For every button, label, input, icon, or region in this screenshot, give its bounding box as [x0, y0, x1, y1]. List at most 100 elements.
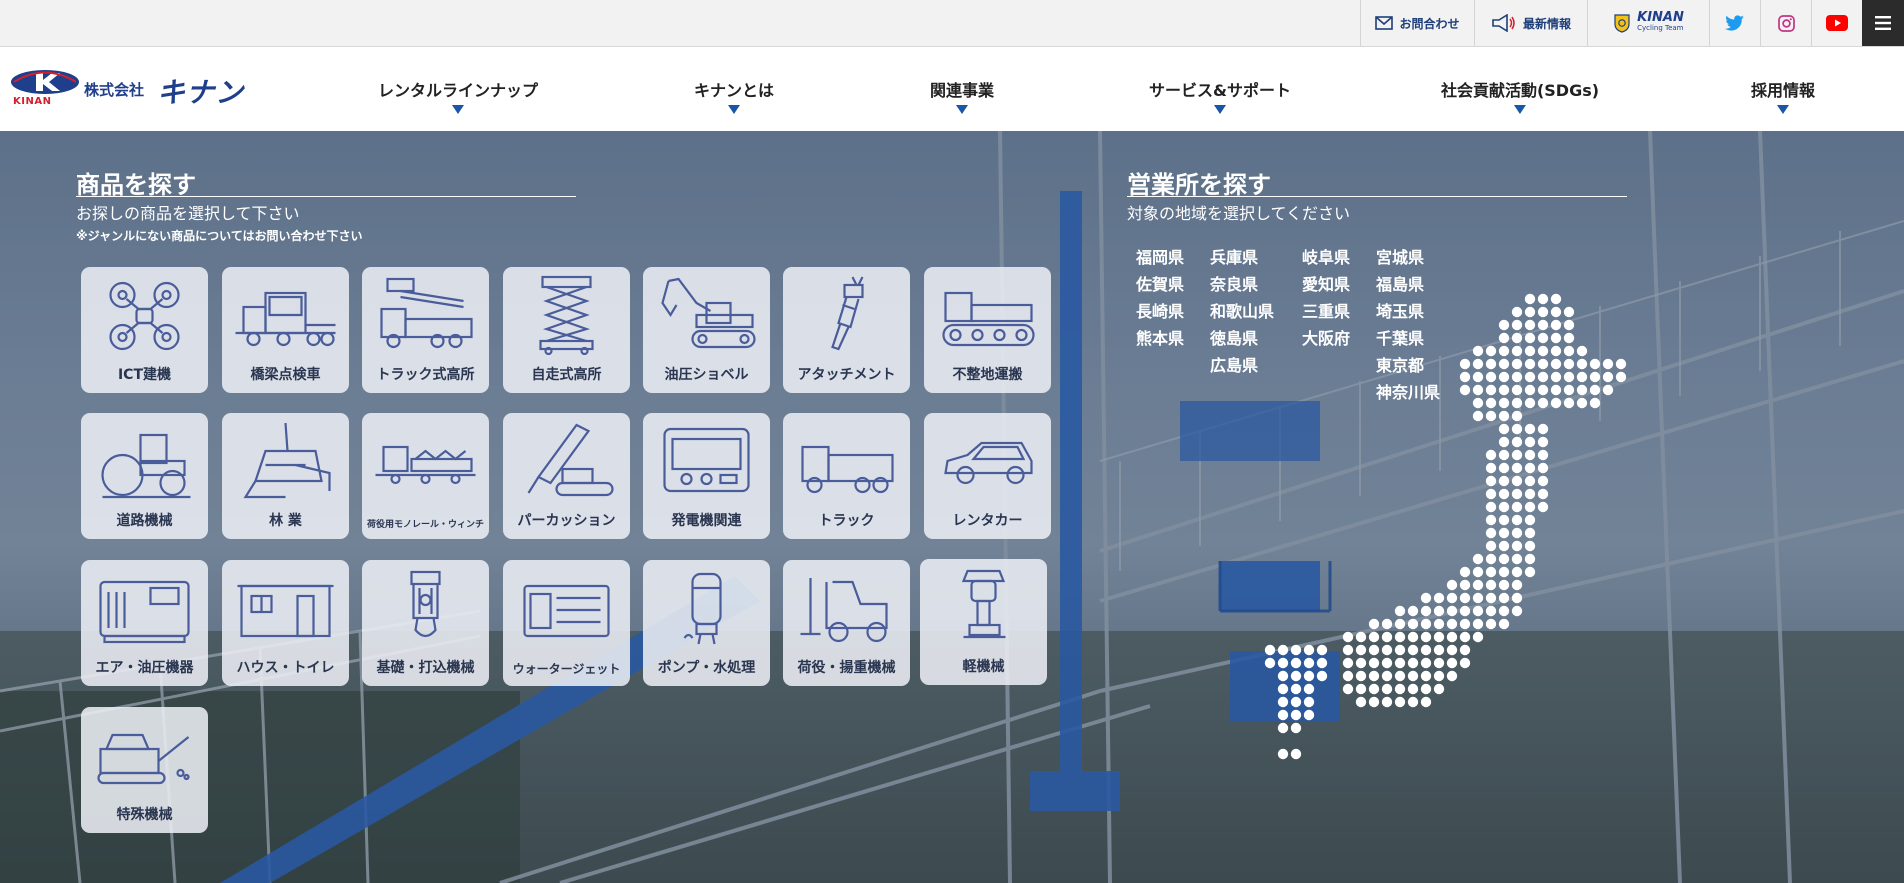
map-dot	[1485, 475, 1497, 487]
product-tile-generator[interactable]: 発電機関連	[643, 413, 770, 539]
map-dot	[1420, 592, 1432, 604]
prefecture-link[interactable]: 佐賀県	[1136, 271, 1184, 295]
youtube-link[interactable]	[1811, 0, 1862, 46]
map-dot	[1589, 384, 1601, 396]
percussion-drill-icon	[527, 423, 614, 497]
product-tile-crawler-carrier[interactable]: 不整地運搬	[924, 267, 1051, 393]
product-tile-self-propelled[interactable]: 自走式高所	[503, 267, 630, 393]
product-tile-pump[interactable]: ポンプ・水処理	[643, 560, 770, 686]
prefecture-link[interactable]: 奈良県	[1210, 271, 1258, 295]
product-label: トラック式高所	[376, 367, 475, 383]
map-dot	[1576, 384, 1588, 396]
map-dot	[1355, 683, 1367, 695]
prefecture-link[interactable]: 熊本県	[1136, 325, 1184, 349]
hamburger-menu-button[interactable]	[1862, 0, 1904, 46]
map-dot	[1277, 748, 1289, 760]
map-dot	[1420, 657, 1432, 669]
map-dot	[1420, 683, 1432, 695]
prefecture-link[interactable]: 徳島県	[1210, 325, 1258, 349]
prefecture-link[interactable]: 長崎県	[1136, 298, 1184, 322]
product-tile-rental-car[interactable]: レンタカー	[924, 413, 1051, 539]
map-dot	[1524, 332, 1536, 344]
product-tile-house-toilet[interactable]: ハウス・トイレ	[222, 560, 349, 686]
map-dot	[1368, 670, 1380, 682]
product-tile-percussion[interactable]: パーカッション	[503, 413, 630, 539]
product-tile-excavator[interactable]: 油圧ショベル	[643, 267, 770, 393]
map-dot	[1472, 345, 1484, 357]
contact-link[interactable]: お問合わせ	[1360, 0, 1474, 46]
nav-related-business[interactable]: 関連事業	[930, 77, 994, 114]
product-tile-road[interactable]: 道路機械	[81, 413, 208, 539]
nav-sdgs[interactable]: 社会貢献活動(SDGs)	[1441, 77, 1599, 114]
product-tile-forklift[interactable]: 荷役・揚重機械	[783, 560, 910, 686]
nav-recruit[interactable]: 採用情報	[1751, 77, 1815, 114]
map-dot	[1537, 475, 1549, 487]
map-dot	[1290, 657, 1302, 669]
map-dot	[1394, 618, 1406, 630]
product-label: ハウス・トイレ	[236, 660, 335, 676]
hamburger-menu-icon	[1875, 16, 1891, 30]
caret-down-icon	[955, 105, 968, 114]
map-dot	[1303, 696, 1315, 708]
product-tile-air-hydraulic[interactable]: エア・油圧機器	[81, 560, 208, 686]
map-dot	[1446, 670, 1458, 682]
product-tile-attachment[interactable]: アタッチメント	[783, 267, 910, 393]
cycling-team-link[interactable]: KINAN Cycling Team	[1587, 0, 1709, 46]
prefecture-link[interactable]: 宮城県	[1376, 244, 1424, 268]
map-dot	[1485, 384, 1497, 396]
mail-icon	[1375, 16, 1394, 30]
truck-icon	[801, 445, 894, 494]
product-tile-truck-aerial[interactable]: トラック式高所	[362, 267, 489, 393]
cycling-sub: Cycling Team	[1637, 24, 1684, 32]
site-logo[interactable]: KINAN 株式会社 キナン	[10, 69, 255, 109]
map-dot	[1485, 488, 1497, 500]
prefecture-link[interactable]: 兵庫県	[1210, 244, 1258, 268]
product-tile-forestry[interactable]: 林 業	[222, 413, 349, 539]
map-dot	[1394, 631, 1406, 643]
map-dot	[1615, 371, 1627, 383]
map-dot	[1563, 371, 1575, 383]
product-tile-ict[interactable]: ICT建機	[81, 267, 208, 393]
map-dot	[1524, 540, 1536, 552]
nav-rental-lineup[interactable]: レンタルラインナップ	[378, 77, 538, 114]
nav-service-support[interactable]: サービス&サポート	[1149, 77, 1291, 114]
map-dot	[1537, 319, 1549, 331]
map-dot	[1355, 670, 1367, 682]
map-dot	[1459, 618, 1471, 630]
map-dot	[1472, 579, 1484, 591]
map-dot	[1550, 306, 1562, 318]
map-dot	[1498, 618, 1510, 630]
map-dot	[1524, 475, 1536, 487]
map-dot	[1420, 670, 1432, 682]
instagram-link[interactable]	[1760, 0, 1811, 46]
product-tile-truck[interactable]: トラック	[783, 413, 910, 539]
map-dot	[1277, 670, 1289, 682]
product-tile-light-machine[interactable]: 軽機械	[920, 559, 1047, 685]
map-dot	[1316, 657, 1328, 669]
map-dot	[1472, 566, 1484, 578]
news-link[interactable]: 最新情報	[1474, 0, 1587, 46]
prefecture-link[interactable]: 福岡県	[1136, 244, 1184, 268]
product-tile-foundation[interactable]: 基礎・打込機械	[362, 560, 489, 686]
product-label: 道路機械	[116, 513, 173, 529]
prefecture-link[interactable]: 岐阜県	[1302, 244, 1350, 268]
map-dot	[1563, 384, 1575, 396]
nav-about[interactable]: キナンとは	[694, 77, 774, 114]
map-dot	[1485, 540, 1497, 552]
product-tile-water-jet[interactable]: ウォータージェット	[503, 560, 630, 686]
product-label: ICT建機	[117, 367, 172, 383]
product-tile-special[interactable]: 特殊機械	[81, 707, 208, 833]
map-dot	[1524, 488, 1536, 500]
map-dot	[1511, 553, 1523, 565]
product-tile-monorail[interactable]: 荷役用モノレール・ウィンチ	[362, 413, 489, 539]
offices-title: 営業所を探す	[1127, 171, 1271, 199]
prefecture-link[interactable]: 広島県	[1210, 352, 1258, 376]
map-dot	[1342, 631, 1354, 643]
map-dot	[1472, 631, 1484, 643]
product-tile-bridge-inspection[interactable]: 橋梁点検車	[222, 267, 349, 393]
japan-dot-map[interactable]	[1260, 289, 1700, 819]
twitter-link[interactable]	[1709, 0, 1760, 46]
map-dot	[1355, 696, 1367, 708]
map-dot	[1407, 696, 1419, 708]
map-dot	[1459, 371, 1471, 383]
